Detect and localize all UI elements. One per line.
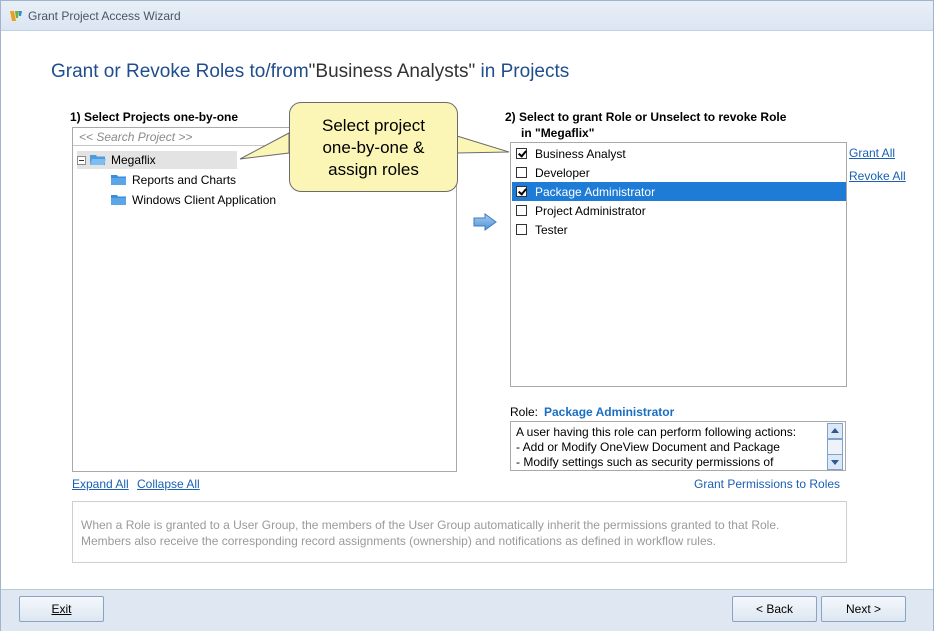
role-item-business-analyst[interactable]: Business Analyst xyxy=(512,144,846,163)
role-item-label: Project Administrator xyxy=(535,203,646,218)
grant-permissions-link[interactable]: Grant Permissions to Roles xyxy=(694,477,840,491)
page-title-suffix: in Projects xyxy=(475,61,570,82)
back-button[interactable]: < Back xyxy=(732,596,817,622)
role-item-package-administrator[interactable]: Package Administrator xyxy=(512,182,846,201)
role-item-developer[interactable]: Developer xyxy=(512,163,846,182)
expand-all-link[interactable]: Expand All xyxy=(72,477,129,491)
role-item-label: Developer xyxy=(535,165,590,180)
next-button-label: Next > xyxy=(845,602,881,616)
tree-node-label: Windows Client Application xyxy=(132,193,277,207)
role-description-line: - Add or Modify OneView Document and Pac… xyxy=(516,440,780,454)
info-line: Members also receive the corresponding r… xyxy=(81,534,716,548)
collapse-all-link[interactable]: Collapse All xyxy=(137,477,200,491)
role-item-label: Package Administrator xyxy=(535,184,656,199)
wizard-window: Grant Project Access Wizard Grant or Rev… xyxy=(0,0,934,631)
tree-node-label: Reports and Charts xyxy=(132,173,237,187)
folder-icon xyxy=(111,194,127,206)
role-description-box: A user having this role can perform foll… xyxy=(510,421,846,471)
right-arrow-icon xyxy=(473,213,497,231)
grant-all-link[interactable]: Grant All xyxy=(849,146,895,160)
roles-list: Business Analyst Developer Package Admin… xyxy=(510,142,847,387)
role-checkbox[interactable] xyxy=(516,224,527,235)
tree-node-windows-client-application[interactable]: Windows Client Application xyxy=(111,191,276,209)
projects-section-label: 1) Select Projects one-by-one xyxy=(70,110,239,124)
app-logo-icon xyxy=(10,11,22,21)
role-item-tester[interactable]: Tester xyxy=(512,220,846,239)
roles-section-label: 2) Select to grant Role or Unselect to r… xyxy=(505,110,787,124)
window-title: Grant Project Access Wizard xyxy=(28,9,181,23)
scroll-up-icon[interactable] xyxy=(827,423,843,439)
role-checkbox[interactable] xyxy=(516,205,527,216)
role-checkbox[interactable] xyxy=(516,167,527,178)
roles-section-project: in "Megaflix" xyxy=(521,126,595,140)
revoke-all-link[interactable]: Revoke All xyxy=(849,169,906,183)
tip-callout: Select project one-by-one & assign roles xyxy=(289,102,458,192)
callout-line: assign roles xyxy=(328,160,419,179)
scroll-down-icon[interactable] xyxy=(827,454,843,470)
role-description-line: A user having this role can perform foll… xyxy=(516,425,797,439)
folder-icon xyxy=(111,174,127,186)
exit-button-label: Exit xyxy=(51,602,72,616)
page-title-prefix: Grant or Revoke Roles to/from xyxy=(51,61,309,82)
tree-node-megaflix[interactable]: Megaflix xyxy=(77,151,237,169)
role-item-project-administrator[interactable]: Project Administrator xyxy=(512,201,846,220)
role-item-label: Business Analyst xyxy=(535,146,626,161)
info-line: When a Role is granted to a User Group, … xyxy=(81,518,780,532)
callout-line: Select project xyxy=(322,116,425,135)
tree-node-reports-and-charts[interactable]: Reports and Charts xyxy=(111,171,236,189)
description-scrollbar[interactable] xyxy=(827,423,844,470)
footer-bar: Exit < Back Next > xyxy=(1,589,933,631)
info-note: When a Role is granted to a User Group, … xyxy=(72,501,847,563)
back-button-label: < Back xyxy=(755,602,794,616)
role-item-label: Tester xyxy=(535,222,568,237)
role-checkbox[interactable] xyxy=(516,186,527,197)
role-detail-value: Package Administrator xyxy=(544,405,675,419)
exit-button[interactable]: Exit xyxy=(19,596,104,622)
role-detail-label: Role: xyxy=(510,405,539,419)
collapse-toggle-icon[interactable] xyxy=(77,155,86,165)
next-button[interactable]: Next > xyxy=(821,596,906,622)
folder-open-icon xyxy=(90,154,106,166)
tree-node-label: Megaflix xyxy=(111,153,156,167)
title-bar: Grant Project Access Wizard xyxy=(1,1,933,31)
callout-line: one-by-one & xyxy=(322,138,425,157)
role-checkbox[interactable] xyxy=(516,148,527,159)
scroll-thumb[interactable] xyxy=(827,439,843,455)
page-title: Grant or Revoke Roles to/from"Business A… xyxy=(51,61,569,83)
page-title-group: "Business Analysts" xyxy=(308,61,476,82)
role-description-line: - Modify settings such as security permi… xyxy=(516,455,774,469)
